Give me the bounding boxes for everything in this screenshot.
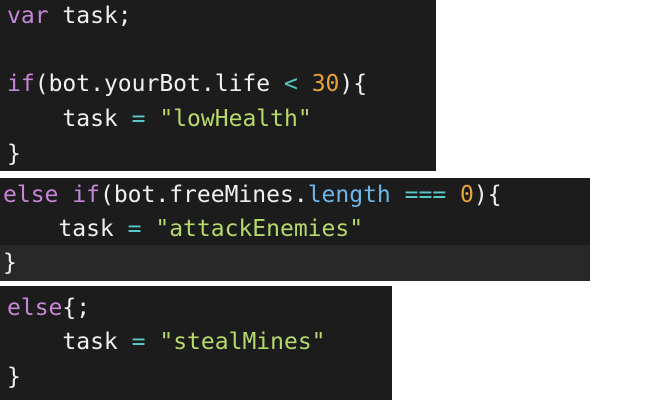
code-line-current[interactable]: }	[0, 245, 590, 281]
identifier-token: task	[62, 3, 118, 29]
code-line: task = "lowHealth"	[7, 101, 312, 137]
punctuation-token: (	[34, 71, 49, 97]
property-token: length	[307, 182, 391, 208]
identifier-token: task	[62, 106, 118, 132]
keyword-token: else	[7, 295, 63, 321]
string-token: "lowHealth"	[159, 106, 312, 132]
number-token: 30	[311, 71, 340, 97]
code-block-3: else{; task = "stealMines" }	[0, 286, 392, 400]
operator-token: <	[283, 71, 298, 97]
brace-token: }	[7, 141, 21, 167]
code-line: var task;	[7, 0, 132, 34]
keyword-token: if	[72, 182, 100, 208]
string-token: "attackEnemies"	[155, 216, 364, 242]
keyword-token: if	[7, 71, 35, 97]
number-token: 0	[460, 182, 474, 208]
punctuation-token: ){	[473, 182, 502, 208]
punctuation-token: ;	[117, 3, 132, 29]
identifier-token: task	[62, 329, 118, 355]
code-line: if(bot.yourBot.life < 30){	[7, 66, 367, 102]
code-line: else{;	[7, 290, 90, 326]
operator-token: =	[127, 216, 142, 242]
code-line: }	[7, 136, 21, 171]
string-token: "stealMines"	[159, 329, 326, 355]
code-line: }	[7, 359, 21, 395]
brace-token: }	[3, 250, 17, 276]
code-line: else if(bot.freeMines.length === 0){	[3, 178, 502, 213]
punctuation-token: (	[99, 182, 114, 208]
operator-token: ===	[404, 182, 447, 208]
code-line: task = "attackEnemies"	[3, 211, 363, 247]
keyword-token: else	[3, 182, 59, 208]
operator-token: =	[131, 106, 146, 132]
code-screenshot-composite: var task; if(bot.yourBot.life < 30){ tas…	[0, 0, 650, 400]
identifier-token: bot.yourBot.life	[48, 71, 271, 97]
punctuation-token: {;	[62, 295, 91, 321]
keyword-token: var	[7, 3, 49, 29]
punctuation-token: ){	[339, 71, 368, 97]
operator-token: =	[131, 329, 146, 355]
identifier-token: bot.freeMines.	[113, 182, 308, 208]
brace-token: }	[7, 364, 21, 390]
code-block-2: else if(bot.freeMines.length === 0){ tas…	[0, 178, 590, 281]
code-line: task = "stealMines"	[7, 324, 326, 360]
code-block-1: var task; if(bot.yourBot.life < 30){ tas…	[0, 0, 436, 171]
identifier-token: task	[58, 216, 114, 242]
